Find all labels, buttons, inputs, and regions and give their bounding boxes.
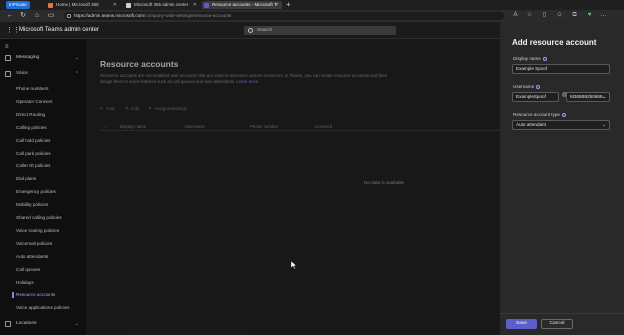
sidebar-item-messaging[interactable]: Messaging ⌄: [0, 51, 86, 65]
phone-icon: [5, 71, 11, 77]
save-button[interactable]: Save: [506, 319, 537, 329]
mouse-cursor-icon: [291, 261, 297, 269]
close-tab-icon[interactable]: ✕: [275, 1, 279, 9]
domain-dropdown[interactable]: M365B9250669... ⌄: [566, 92, 610, 102]
search-placeholder: Search: [257, 28, 273, 33]
cancel-button[interactable]: Cancel: [541, 319, 573, 329]
chevron-down-icon: ⌄: [74, 55, 79, 61]
main-content: Resource accounts Resource accounts are …: [86, 39, 500, 335]
location-icon: [5, 321, 11, 327]
settings-more-icon[interactable]: …: [600, 12, 607, 19]
sidebar-item-mobility-policies[interactable]: Mobility policies: [0, 199, 86, 211]
chevron-down-icon: ⌄: [601, 122, 606, 128]
chevron-down-icon: ⌄: [74, 321, 79, 327]
username-label: Username: [513, 84, 541, 89]
display-name-value: Example Spoof: [516, 66, 548, 71]
modal-overlay[interactable]: [86, 39, 500, 335]
close-tab-icon[interactable]: ✕: [113, 1, 117, 9]
tab-label: Microsoft 365 admin center: [134, 2, 189, 7]
account-type-label: Resource account type: [513, 112, 566, 117]
sidebar-item-resource-accounts[interactable]: Resource accounts: [0, 289, 86, 301]
favorite-star-icon[interactable]: ☆: [526, 12, 533, 19]
collections-icon[interactable]: ⧉: [571, 12, 578, 19]
tab-label: Resource accounts - Microsoft T: [212, 2, 277, 7]
sidebar-item-calling-policies[interactable]: Calling policies: [0, 122, 86, 134]
sidebar-item-label: Voice: [16, 71, 28, 76]
browser-tab-resource-accounts[interactable]: Resource accounts - Microsoft T ✕: [202, 1, 282, 9]
username-value: ExampleSpoof: [516, 94, 546, 99]
sidebar-item-voicemail-policies[interactable]: Voicemail policies: [0, 238, 86, 250]
hamburger-menu-icon[interactable]: ≡: [5, 44, 9, 50]
waffle-icon[interactable]: ⋮⋮: [6, 27, 20, 34]
lock-icon: [67, 14, 71, 18]
close-tab-icon[interactable]: ✕: [193, 1, 197, 9]
username-label-text: Username: [513, 84, 535, 89]
display-name-label-text: Display name: [513, 56, 541, 61]
chevron-up-icon: ⌃: [74, 71, 79, 77]
screen: InPrivate Home | Microsoft 365 ✕ Microso…: [0, 0, 624, 335]
username-field[interactable]: ExampleSpoof: [512, 92, 559, 102]
url-host: https://admin.teams.microsoft.com: [74, 13, 144, 18]
sidebar-item-call-queues[interactable]: Call queues: [0, 264, 86, 276]
sidebar-item-dial-plans[interactable]: Dial plans: [0, 173, 86, 185]
sidebar-item-phone-numbers[interactable]: Phone numbers: [0, 83, 86, 95]
sidebar-item-call-park-policies[interactable]: Call park policies: [0, 148, 86, 160]
browser-essentials-icon[interactable]: ♥: [586, 12, 593, 19]
chevron-down-icon: ⌄: [601, 94, 606, 100]
sidebar-item-shared-calling-policies[interactable]: Shared calling policies: [0, 212, 86, 224]
teams-favicon-icon: [204, 2, 209, 8]
display-name-label: Display name: [513, 56, 547, 61]
add-resource-account-panel: Add resource account Display name Exampl…: [500, 22, 624, 335]
tabs-icon[interactable]: ▭: [47, 12, 55, 20]
sidebar-item-caller-id-policies[interactable]: Caller ID policies: [0, 160, 86, 172]
account-type-label-text: Resource account type: [513, 112, 560, 117]
panel-footer: Save Cancel: [500, 313, 624, 335]
sidebar-item-call-hold-policies[interactable]: Call hold policies: [0, 135, 86, 147]
read-aloud-icon[interactable]: A: [512, 12, 519, 19]
sidebar-item-voice-applications-policies[interactable]: Voice applications policies: [0, 302, 86, 314]
home-icon[interactable]: ⌂: [33, 12, 41, 20]
admin-favicon-icon: [126, 2, 131, 8]
search-input[interactable]: Search: [244, 26, 396, 35]
tab-label: Home | Microsoft 365: [56, 2, 99, 7]
split-screen-icon[interactable]: ▯: [541, 12, 548, 19]
url-field[interactable]: https://admin.teams.microsoft.com/compan…: [64, 12, 504, 20]
sidebar-item-auto-attendants[interactable]: Auto attendants: [0, 251, 86, 263]
new-tab-button[interactable]: +: [286, 0, 291, 9]
sidebar-item-holidays[interactable]: Holidays: [0, 277, 86, 289]
address-bar: ← ↻ ⌂ ▭ https://admin.teams.microsoft.co…: [0, 10, 624, 22]
sidebar-item-label: Locations: [16, 321, 37, 326]
account-type-dropdown[interactable]: Auto attendant ⌄: [512, 120, 610, 130]
info-icon[interactable]: [562, 112, 566, 117]
browser-tab-strip: InPrivate Home | Microsoft 365 ✕ Microso…: [0, 0, 624, 10]
browser-tab-m365-admin[interactable]: Microsoft 365 admin center ✕: [124, 1, 200, 9]
sidebar: ≡ Messaging ⌄ Voice ⌃ Phone numbers Opera…: [0, 39, 86, 335]
inprivate-badge[interactable]: InPrivate: [6, 1, 30, 9]
sidebar-item-locations[interactable]: Locations ⌄: [0, 317, 86, 331]
url-path: /company-wide-settings/resource-accounts: [143, 13, 232, 18]
back-icon[interactable]: ←: [6, 12, 14, 20]
favorites-icon[interactable]: ✩: [556, 12, 563, 19]
refresh-icon[interactable]: ↻: [19, 12, 27, 20]
info-icon[interactable]: [536, 84, 541, 89]
sidebar-item-label: Messaging: [16, 55, 40, 60]
account-type-value: Auto attendant: [516, 122, 546, 127]
microsoft365-favicon-icon: [48, 2, 53, 8]
chat-icon: [5, 55, 11, 61]
panel-title: Add resource account: [512, 38, 597, 47]
display-name-field[interactable]: Example Spoof: [512, 64, 610, 74]
sidebar-item-emergency-policies[interactable]: Emergency policies: [0, 186, 86, 198]
sidebar-item-direct-routing[interactable]: Direct Routing: [0, 109, 86, 121]
info-icon[interactable]: [542, 56, 547, 61]
browser-tab-home[interactable]: Home | Microsoft 365 ✕: [46, 1, 120, 9]
search-icon: [248, 27, 253, 33]
sidebar-item-voice-routing-policies[interactable]: Voice routing policies: [0, 225, 86, 237]
sidebar-item-operator-connect[interactable]: Operator Connect: [0, 96, 86, 108]
sidebar-item-voice[interactable]: Voice ⌃: [0, 67, 86, 81]
app-title[interactable]: Microsoft Teams admin center: [19, 26, 99, 35]
